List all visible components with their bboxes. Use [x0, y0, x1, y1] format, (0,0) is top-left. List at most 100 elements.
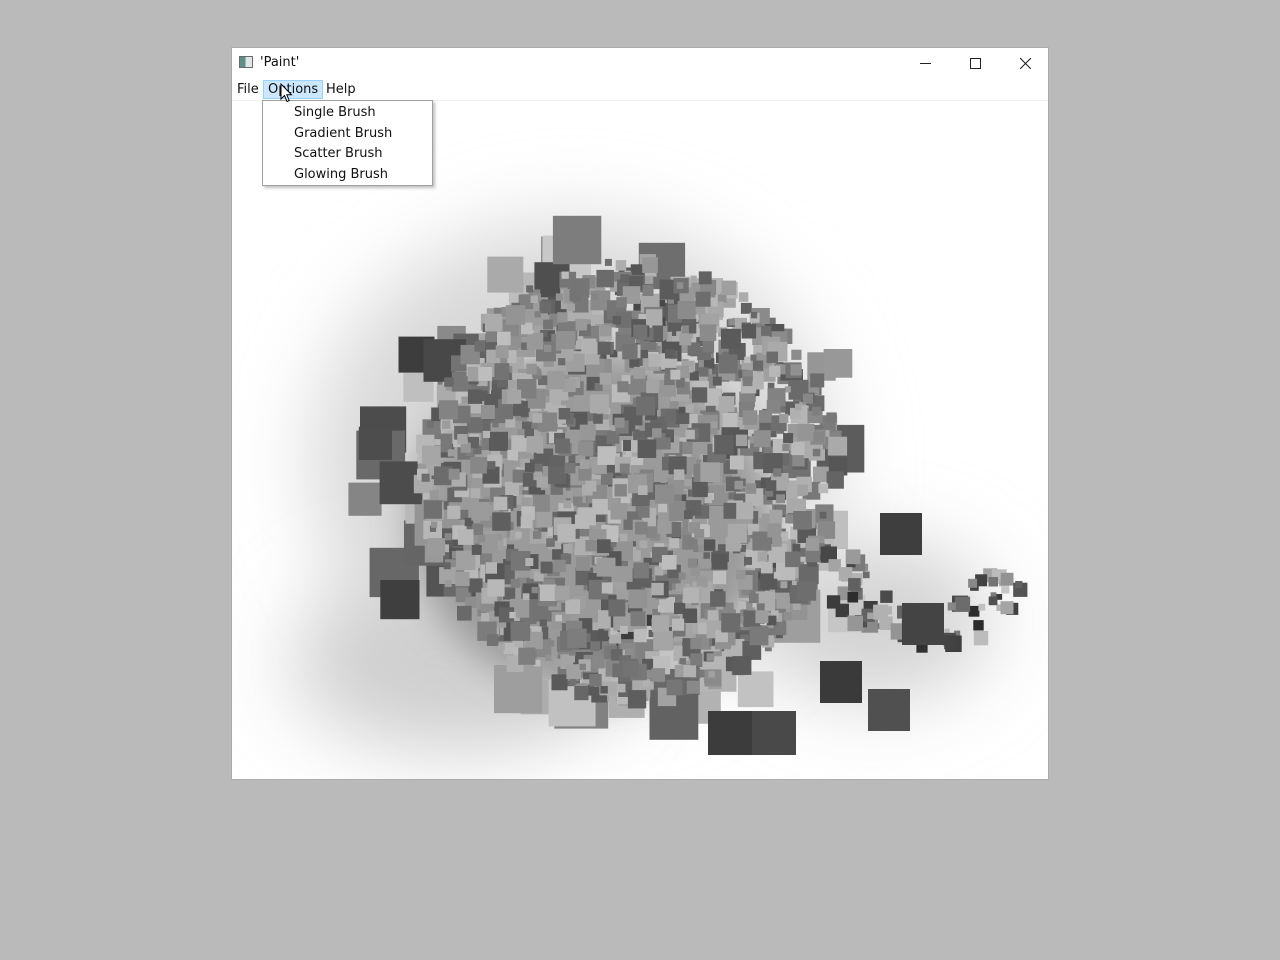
paint-square — [574, 686, 589, 701]
paint-square — [444, 377, 454, 387]
paint-square — [477, 390, 488, 401]
paint-square — [745, 483, 757, 494]
paint-square — [622, 344, 638, 360]
paint-square — [622, 660, 639, 677]
paint-square — [558, 408, 571, 420]
paint-square — [1000, 601, 1014, 615]
paint-square — [635, 521, 648, 535]
menu-item-scatter-brush[interactable]: Scatter Brush — [263, 144, 432, 165]
paint-square — [648, 353, 662, 367]
paint-square — [526, 332, 544, 350]
paint-square — [683, 664, 697, 678]
paint-square — [543, 319, 553, 330]
paint-square — [569, 289, 582, 302]
paint-square — [652, 615, 669, 633]
paint-square — [533, 530, 542, 539]
paint-square — [429, 490, 439, 500]
paint-square — [968, 605, 980, 617]
paint-square — [690, 275, 697, 282]
paint-square — [563, 500, 572, 509]
close-button[interactable] — [1000, 48, 1050, 78]
paint-square — [793, 511, 812, 530]
paint-square — [653, 630, 673, 651]
paint-square — [531, 586, 538, 594]
paint-square — [669, 538, 680, 549]
paint-square — [524, 462, 535, 473]
paint-square — [685, 429, 695, 440]
paint-square — [600, 472, 614, 485]
paint-square — [784, 386, 791, 393]
menu-help[interactable]: Help — [321, 80, 361, 99]
paint-square — [773, 571, 781, 579]
menu-item-glowing-brush[interactable]: Glowing Brush — [263, 165, 432, 186]
menu-item-single-brush[interactable]: Single Brush — [263, 103, 432, 124]
paint-square — [557, 524, 576, 543]
paint-square — [944, 636, 957, 650]
paint-square — [813, 432, 824, 443]
paint-square — [639, 540, 648, 549]
paint-canvas[interactable] — [232, 101, 1048, 779]
paint-square — [783, 612, 792, 621]
paint-square — [785, 551, 801, 568]
paint-square — [757, 603, 765, 611]
paint-square — [422, 445, 441, 465]
paint-square — [569, 678, 577, 686]
paint-square — [474, 341, 486, 352]
paint-square — [551, 674, 568, 691]
paint-square — [666, 679, 683, 696]
paint-square — [706, 653, 715, 661]
paint-square — [487, 461, 496, 470]
paint-square — [576, 556, 591, 571]
paint-square — [539, 619, 547, 627]
paint-square — [847, 615, 863, 631]
paint-square — [741, 324, 757, 339]
paint-square — [698, 271, 712, 285]
paint-square — [820, 661, 862, 703]
paint-square — [670, 369, 681, 380]
paint-square — [812, 406, 821, 416]
paint-square — [802, 393, 813, 404]
paint-square — [348, 482, 382, 516]
paint-square — [665, 349, 675, 359]
paint-square — [646, 380, 659, 394]
paint-square — [687, 558, 697, 568]
paint-square — [526, 436, 543, 453]
paint-square — [678, 572, 686, 580]
paint-square — [955, 596, 971, 612]
title-bar[interactable]: 'Paint' — [232, 48, 1048, 78]
paint-square — [633, 562, 649, 579]
paint-square — [614, 417, 625, 428]
paint-square — [597, 630, 609, 642]
paint-square — [380, 580, 420, 620]
paint-square — [442, 420, 451, 429]
maximize-button[interactable] — [950, 48, 1000, 78]
menu-item-gradient-brush[interactable]: Gradient Brush — [263, 124, 432, 145]
paint-square — [600, 686, 608, 694]
paint-square — [508, 380, 517, 389]
menu-file[interactable]: File — [232, 80, 264, 99]
paint-square — [579, 424, 596, 441]
paint-square — [658, 503, 667, 513]
paint-square — [532, 494, 550, 512]
paint-square — [651, 582, 664, 596]
paint-square — [722, 413, 738, 428]
paint-square — [708, 671, 715, 678]
paint-square — [737, 671, 774, 708]
paint-square — [664, 410, 677, 423]
minimize-button[interactable] — [900, 48, 950, 78]
paint-square — [642, 285, 654, 296]
paint-square — [810, 373, 825, 388]
paint-square — [1001, 585, 1010, 594]
paint-square — [472, 524, 484, 535]
paint-square — [630, 611, 646, 627]
paint-square — [596, 269, 614, 288]
paint-square — [742, 410, 758, 425]
paint-square — [504, 481, 519, 496]
paint-square — [729, 455, 744, 470]
paint-square — [973, 630, 989, 646]
paint-square — [521, 497, 532, 508]
paint-square — [502, 587, 516, 600]
paint-square — [471, 502, 490, 521]
mouse-cursor-icon — [280, 83, 293, 103]
paint-square — [785, 514, 795, 524]
